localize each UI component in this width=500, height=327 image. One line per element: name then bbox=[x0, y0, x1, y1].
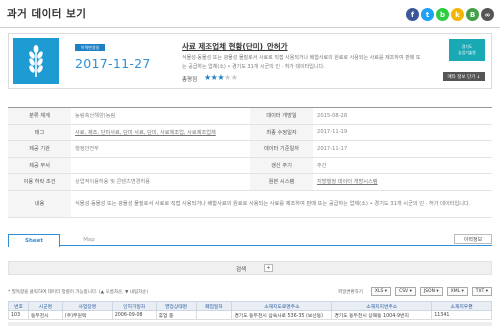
table-cell: 경기도 동두천시 상패동 1004-9번지 bbox=[331, 310, 433, 320]
meta-label: 최종 수정일자 bbox=[249, 124, 314, 141]
table-cell bbox=[195, 310, 233, 320]
meta-value-text: 2017-11-17 bbox=[317, 145, 348, 152]
column-header[interactable]: 폐업일자 bbox=[195, 301, 233, 311]
twitter-icon[interactable]: t bbox=[421, 8, 434, 21]
meta-value: 2017-11-17 bbox=[313, 140, 492, 158]
meta-value: 상업적이용허용 및 콘텐츠변경허용 bbox=[71, 173, 250, 191]
dataset-description: 식물성·동물성 또는 광물성 물질로서 사료로 직접 사용되거나 배합사료의 원… bbox=[182, 55, 421, 70]
history-info-button[interactable]: 이력정보 bbox=[454, 234, 492, 244]
download-format-button[interactable]: XML ▾ bbox=[446, 287, 468, 296]
table-cell: (주)부원택 bbox=[61, 310, 113, 320]
meta-label: 갱신 주기 bbox=[249, 157, 314, 174]
meta-value[interactable]: 사료, 제조, 단미사료, 단미 사료, 단미, 사료제조업, 사료제조업체 bbox=[71, 124, 250, 141]
column-header[interactable]: 시군명 bbox=[27, 301, 63, 311]
kakaostory-icon[interactable]: k bbox=[451, 8, 464, 21]
meta-value[interactable]: 지방행정 데이터 개방시스템 bbox=[313, 173, 492, 191]
table-cell: 경기도 동두천시 삼육사로 536-35 (보산동) bbox=[231, 310, 333, 320]
agency-logo: 경기도 농업기술원 bbox=[449, 39, 485, 61]
meta-label: 이용 허락 조건 bbox=[8, 173, 72, 191]
meta-value: 행정안전부 bbox=[71, 140, 250, 158]
column-header[interactable]: 소재지지번주소 bbox=[331, 301, 433, 311]
metadata-table: 분류 체계 농림축산해양)농림 데이터 개방일 2015-08-28 태그 사료, 제조,… bbox=[8, 107, 492, 218]
band-icon[interactable]: b bbox=[436, 8, 449, 21]
tab-sheet[interactable]: Sheet bbox=[8, 234, 60, 247]
meta-label: 제공 기관 bbox=[8, 140, 72, 158]
meta-value: 2017-11-19 bbox=[313, 124, 492, 141]
metadata-row: 이용 허락 조건 상업적이용허용 및 콘텐츠변경허용 원본 시스템 지방행정 데이터 … bbox=[8, 173, 492, 191]
meta-value-text: 2017-11-19 bbox=[317, 129, 348, 136]
metadata-row: 분류 체계 농림축산해양)농림 데이터 개방일 2015-08-28 bbox=[8, 107, 492, 125]
sort-hint: * 필독항을 클릭하여 데이터 정렬이 가능합니다. (▲ 오름차순, ▼ 내림… bbox=[8, 290, 149, 295]
star-empty-icon[interactable]: ★★ bbox=[224, 73, 238, 82]
blog-icon[interactable]: B bbox=[466, 8, 479, 21]
logo-text-2: 농업기술원 bbox=[458, 50, 476, 55]
meta-label: 제공 부서 bbox=[8, 157, 72, 174]
download-format-button[interactable]: TXT ▾ bbox=[471, 287, 492, 296]
meta-value: 주간 bbox=[313, 157, 492, 174]
column-header[interactable]: 소재지도로명주소 bbox=[231, 301, 333, 311]
metadata-row: 태그 사료, 제조, 단미사료, 단미 사료, 단미, 사료제조업, 사료제조업체… bbox=[8, 124, 492, 141]
page-header: 과거 데이터 보기 f t b k B ∞ bbox=[0, 0, 500, 28]
table-cell: 동두천시 bbox=[27, 310, 63, 320]
link-icon[interactable]: ∞ bbox=[481, 8, 494, 21]
tab-map[interactable]: Map bbox=[63, 234, 115, 246]
data-grid: 번호 시군명 사업장명 인허가일자 영업상태명 폐업일자 소재지도로명주소 소재지지번주소 소재… bbox=[8, 301, 492, 320]
dataset-title: 사료 제조업체 현황(단미)_안허가 bbox=[182, 42, 288, 51]
meta-value-text: 농림축산해양)농림 bbox=[75, 113, 116, 120]
table-cell: 103 bbox=[8, 310, 29, 320]
table-row[interactable]: 103 동두천시 (주)부원택 2006-09-08 휴업 중 경기도 동두천시 삼육사로… bbox=[8, 310, 492, 320]
download-format-button[interactable]: CSV ▾ bbox=[395, 287, 416, 296]
meta-value: 2015-08-28 bbox=[313, 107, 492, 125]
meta-value bbox=[71, 157, 250, 174]
download-label: 파일변환하기 bbox=[338, 289, 363, 295]
column-header[interactable]: 영업상태명 bbox=[155, 301, 197, 311]
download-format-button[interactable]: XLS ▾ bbox=[370, 287, 392, 296]
view-tabs: Sheet Map bbox=[8, 234, 492, 247]
metadata-row: 내용 식물성·동물성 또는 광물성 물질로서 사료로 직접 사용되거나 배합사료의… bbox=[8, 190, 492, 218]
meta-label: 데이터 기준일자 bbox=[249, 140, 314, 158]
search-panel: 검색 + bbox=[8, 261, 492, 275]
history-date: 2017-11-27 bbox=[75, 56, 151, 71]
horizontal-scrollbar[interactable] bbox=[8, 322, 492, 326]
page-title: 과거 데이터 보기 bbox=[7, 8, 87, 20]
star-filled-icon[interactable]: ★★★ bbox=[204, 73, 225, 82]
meta-value-text: 상업적이용허용 및 콘텐츠변경허용 bbox=[75, 179, 150, 186]
dataset-summary-card: 이력변경일 2017-11-27 사료 제조업체 현황(단미)_안허가 식물성·… bbox=[8, 33, 492, 89]
table-cell: 휴업 중 bbox=[155, 310, 197, 320]
rating-stars[interactable]: ★★★★★ bbox=[204, 73, 238, 82]
meta-content: 식물성·동물성 또는 광물성 물질로서 사료로 직접 사용되거나 배합사료의 원… bbox=[71, 190, 492, 218]
meta-label: 내용 bbox=[8, 190, 72, 218]
meta-value-text: 주간 bbox=[317, 162, 327, 169]
column-header[interactable]: 번호 bbox=[8, 301, 29, 311]
table-cell: 11341 bbox=[431, 310, 492, 320]
meta-toggle-button[interactable]: 메타 정보 단기 ↓ bbox=[443, 72, 485, 81]
metadata-row: 제공 기관 행정안전부 데이터 기준일자 2017-11-17 bbox=[8, 140, 492, 158]
search-label: 검색 bbox=[236, 267, 247, 273]
meta-value-text: 2015-08-28 bbox=[317, 112, 348, 119]
column-header[interactable]: 소재지우편 bbox=[431, 301, 492, 311]
meta-value-text: 행정안전부 bbox=[75, 146, 99, 153]
meta-value: 농림축산해양)농림 bbox=[71, 107, 250, 125]
search-expand-button[interactable]: + bbox=[264, 264, 273, 272]
share-bar: f t b k B ∞ bbox=[406, 8, 494, 21]
facebook-icon[interactable]: f bbox=[406, 8, 419, 21]
column-header[interactable]: 인허가일자 bbox=[111, 301, 157, 311]
download-bar: 파일변환하기 XLS ▾ CSV ▾ JSON ▾ XML ▾ TXT ▾ bbox=[338, 287, 492, 296]
rating-label: 총평점 bbox=[182, 77, 198, 83]
download-format-button[interactable]: JSON ▾ bbox=[419, 287, 443, 296]
meta-label: 태그 bbox=[8, 124, 72, 141]
meta-value-text[interactable]: 지방행정 데이터 개방시스템 bbox=[317, 179, 378, 185]
table-cell: 2006-09-08 bbox=[111, 310, 157, 320]
meta-label: 분류 체계 bbox=[8, 107, 72, 125]
meta-label: 원본 시스템 bbox=[249, 173, 314, 191]
grid-header-row: 번호 시군명 사업장명 인허가일자 영업상태명 폐업일자 소재지도로명주소 소재지지번주소 소재… bbox=[8, 301, 492, 311]
metadata-row: 제공 부서 갱신 주기 주간 bbox=[8, 157, 492, 174]
meta-label: 데이터 개방일 bbox=[249, 107, 314, 125]
meta-value-text[interactable]: 사료, 제조, 단미사료, 단미 사료, 단미, 사료제조업, 사료제조업체 bbox=[75, 130, 216, 136]
column-header[interactable]: 사업장명 bbox=[61, 301, 113, 311]
wheat-icon bbox=[13, 38, 59, 84]
status-badge: 이력변경일 bbox=[75, 44, 105, 51]
